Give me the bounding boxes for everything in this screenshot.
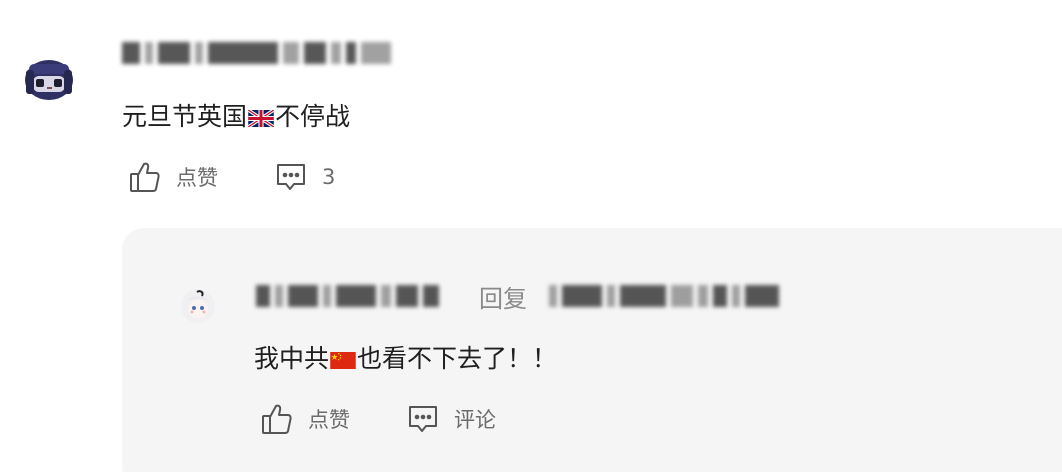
reply-to-label: 回复 xyxy=(479,284,527,313)
reply-like-label: 点赞 xyxy=(308,408,350,432)
reply-comment-button[interactable]: 评论 xyxy=(406,402,496,436)
reply-count-button[interactable]: 3 xyxy=(274,160,335,194)
reply-text: 我中共 也看不下去了！！ xyxy=(254,342,557,378)
reply-target-username-redacted[interactable] xyxy=(549,285,779,307)
comment-bubble-icon xyxy=(274,160,308,194)
reply-comment-label: 评论 xyxy=(454,408,496,432)
comment-text-part-1: 元旦节英国 xyxy=(122,102,248,131)
comment-actions: 点赞 3 xyxy=(128,160,335,194)
reply-text-part-1: 我中共 xyxy=(254,344,330,373)
reply-avatar[interactable] xyxy=(180,288,216,324)
thumbs-up-icon xyxy=(128,160,162,194)
username-redacted[interactable] xyxy=(122,40,391,66)
comment-text: 元旦节英国 不停战 xyxy=(122,100,350,136)
reply-header: 回复 xyxy=(256,280,779,313)
like-button[interactable]: 点赞 xyxy=(128,160,218,194)
reply-count: 3 xyxy=(322,165,336,189)
reply-text-part-2: 也看不下去了！！ xyxy=(357,344,558,373)
thumbs-up-icon xyxy=(260,402,294,436)
like-label: 点赞 xyxy=(176,166,218,190)
avatar[interactable] xyxy=(24,58,74,102)
china-flag-icon xyxy=(330,344,356,378)
reply-username-redacted[interactable] xyxy=(256,285,439,307)
comment-thread: 元旦节英国 不停战 点赞 3 回复 我中共 也看不下去了！！ 点赞 评论 xyxy=(0,0,1062,472)
reply-actions: 点赞 评论 xyxy=(260,402,496,436)
comment-text-part-2: 不停战 xyxy=(275,102,351,131)
anime-avatar-icon xyxy=(25,60,73,100)
uk-flag-icon xyxy=(247,102,275,136)
comment-bubble-icon xyxy=(406,402,440,436)
reply-like-button[interactable]: 点赞 xyxy=(260,402,350,436)
anime-avatar-icon xyxy=(181,289,215,323)
